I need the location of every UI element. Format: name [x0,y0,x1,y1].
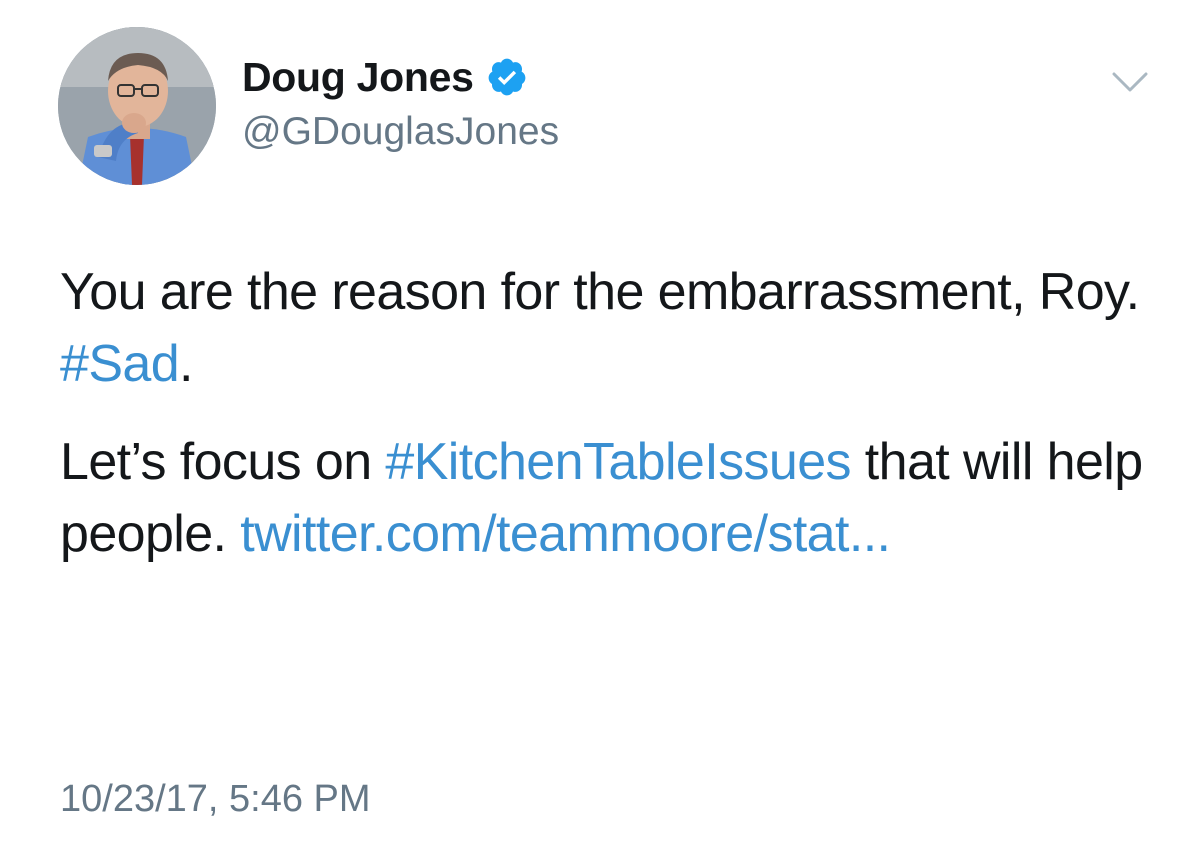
tweet-body: You are the reason for the embarrassment… [60,256,1170,570]
tweet-text-segment: . [179,335,193,393]
author-display-name[interactable]: Doug Jones [242,54,474,101]
author-name-row: Doug Jones [242,52,528,102]
chevron-down-icon[interactable] [1108,64,1152,100]
tweet-timestamp[interactable]: 10/23/17, 5:46 PM [60,778,371,821]
author-handle[interactable]: @GDouglasJones [242,110,559,154]
hashtag-link[interactable]: #KitchenTableIssues [385,433,851,491]
author-avatar[interactable] [58,27,216,185]
tweet-card: Doug Jones @GDouglasJones You are the re… [0,0,1200,859]
profile-photo-icon [58,27,216,185]
url-link[interactable]: twitter.com/teammoore/stat... [240,505,891,563]
tweet-paragraph: Let’s focus on #KitchenTableIssues that … [60,426,1170,570]
tweet-paragraph: You are the reason for the embarrassment… [60,256,1170,400]
verified-badge-icon [486,56,528,98]
tweet-text-segment: Let’s focus on [60,433,386,491]
hashtag-link[interactable]: #Sad [60,335,180,393]
tweet-text-segment: You are the reason for the embarrassment… [60,263,1140,321]
